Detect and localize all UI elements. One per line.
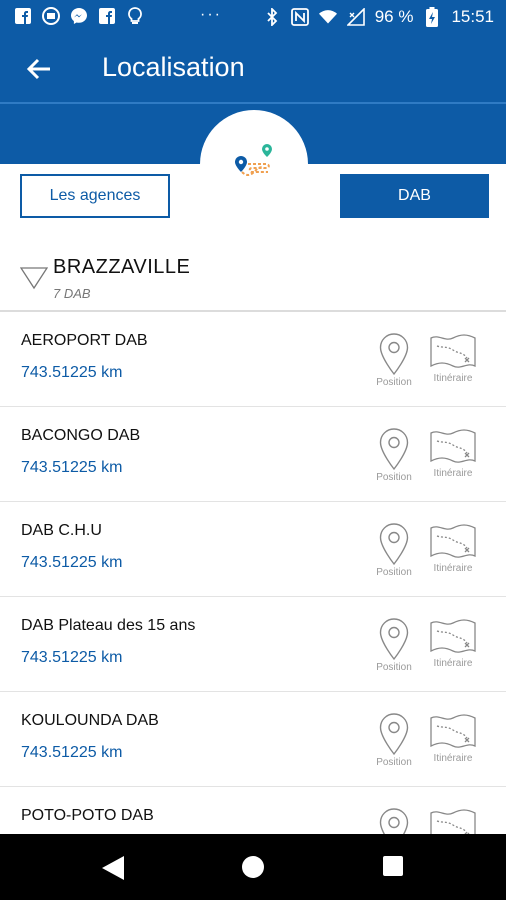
list-item[interactable]: BACONGO DAB 743.51225 km Position Itinér… — [0, 407, 506, 502]
list-item[interactable]: DAB C.H.U 743.51225 km Position Itinérai… — [0, 502, 506, 597]
city-group-header[interactable]: BRAZZAVILLE 7 DAB — [0, 250, 506, 310]
itinerary-label: Itinéraire — [433, 373, 473, 384]
route-map-icon — [430, 619, 476, 653]
world-news-icon — [42, 7, 60, 25]
page-title: Localisation — [102, 52, 245, 82]
facebook-icon — [14, 7, 32, 25]
position-button[interactable]: Position — [369, 522, 419, 578]
position-button[interactable]: Position — [369, 332, 419, 388]
itinerary-label: Itinéraire — [433, 468, 473, 479]
itinerary-label: Itinéraire — [433, 563, 473, 574]
itinerary-button[interactable]: Itinéraire — [428, 427, 478, 479]
position-button[interactable]: Position — [369, 617, 419, 673]
battery-charging-icon — [423, 7, 441, 27]
itinerary-button[interactable]: Itinéraire — [428, 712, 478, 764]
back-arrow-icon[interactable] — [24, 54, 54, 84]
itinerary-label: Itinéraire — [433, 658, 473, 669]
dab-distance: 743.51225 km — [21, 459, 123, 476]
list-item[interactable]: KOULOUNDA DAB 743.51225 km Position Itin… — [0, 692, 506, 787]
nav-back-icon[interactable] — [100, 854, 126, 887]
dab-name: POTO-POTO DAB — [21, 807, 154, 824]
position-button[interactable]: Position — [369, 427, 419, 483]
route-map-icon — [430, 714, 476, 748]
nfc-icon — [290, 8, 309, 26]
dab-distance: 743.51225 km — [21, 364, 123, 381]
route-map-icon — [430, 429, 476, 463]
dab-name: KOULOUNDA DAB — [21, 712, 159, 729]
bluetooth-icon — [263, 8, 281, 26]
lightbulb-icon — [126, 7, 144, 25]
list-item[interactable]: AEROPORT DAB 743.51225 km Position Itiné… — [0, 312, 506, 407]
system-status: 96 % 15:51 — [263, 7, 494, 27]
position-label: Position — [376, 757, 412, 768]
itinerary-label: Itinéraire — [433, 753, 473, 764]
dab-name: AEROPORT DAB — [21, 332, 148, 349]
dab-distance: 743.51225 km — [21, 649, 123, 666]
route-pin-icon — [232, 142, 280, 190]
map-pin-icon — [379, 618, 409, 661]
map-pin-icon — [379, 333, 409, 376]
route-map-icon — [430, 334, 476, 368]
dab-name: DAB Plateau des 15 ans — [21, 617, 196, 634]
itinerary-button[interactable]: Itinéraire — [428, 332, 478, 384]
agencies-tab-button[interactable]: Les agences — [20, 174, 170, 218]
position-label: Position — [376, 567, 412, 578]
map-pin-icon — [379, 523, 409, 566]
dab-tab-button[interactable]: DAB — [340, 174, 489, 218]
clock: 15:51 — [451, 7, 494, 26]
itinerary-button[interactable]: Itinéraire — [428, 522, 478, 574]
wifi-icon — [318, 8, 337, 26]
location-badge — [200, 110, 308, 218]
route-map-icon — [430, 524, 476, 558]
city-dab-count: 7 DAB — [53, 286, 91, 301]
status-bar: ··· 96 % 15:51 — [0, 0, 506, 36]
dab-distance: 743.51225 km — [21, 554, 123, 571]
city-name: BRAZZAVILLE — [53, 256, 191, 278]
battery-percent: 96 % — [374, 7, 414, 26]
position-button[interactable]: Position — [369, 712, 419, 768]
position-label: Position — [376, 472, 412, 483]
notification-icons — [14, 7, 144, 25]
system-nav-bar — [0, 834, 506, 900]
header-divider — [0, 102, 506, 104]
position-label: Position — [376, 377, 412, 388]
dab-name: BACONGO DAB — [21, 427, 141, 444]
nav-home-icon[interactable] — [242, 856, 264, 878]
map-pin-icon — [379, 713, 409, 756]
messenger-icon — [70, 7, 88, 25]
dab-name: DAB C.H.U — [21, 522, 102, 539]
itinerary-button[interactable]: Itinéraire — [428, 617, 478, 669]
nav-recents-icon[interactable] — [383, 856, 403, 876]
signal-icon — [346, 8, 365, 26]
facebook-icon — [98, 7, 116, 25]
dab-list: AEROPORT DAB 743.51225 km Position Itiné… — [0, 312, 506, 882]
collapse-triangle-icon[interactable] — [19, 266, 49, 290]
position-label: Position — [376, 662, 412, 673]
app-bar: Localisation — [0, 36, 506, 102]
more-notifications: ··· — [200, 6, 222, 23]
map-pin-icon — [379, 428, 409, 471]
list-item[interactable]: DAB Plateau des 15 ans 743.51225 km Posi… — [0, 597, 506, 692]
dab-distance: 743.51225 km — [21, 744, 123, 761]
